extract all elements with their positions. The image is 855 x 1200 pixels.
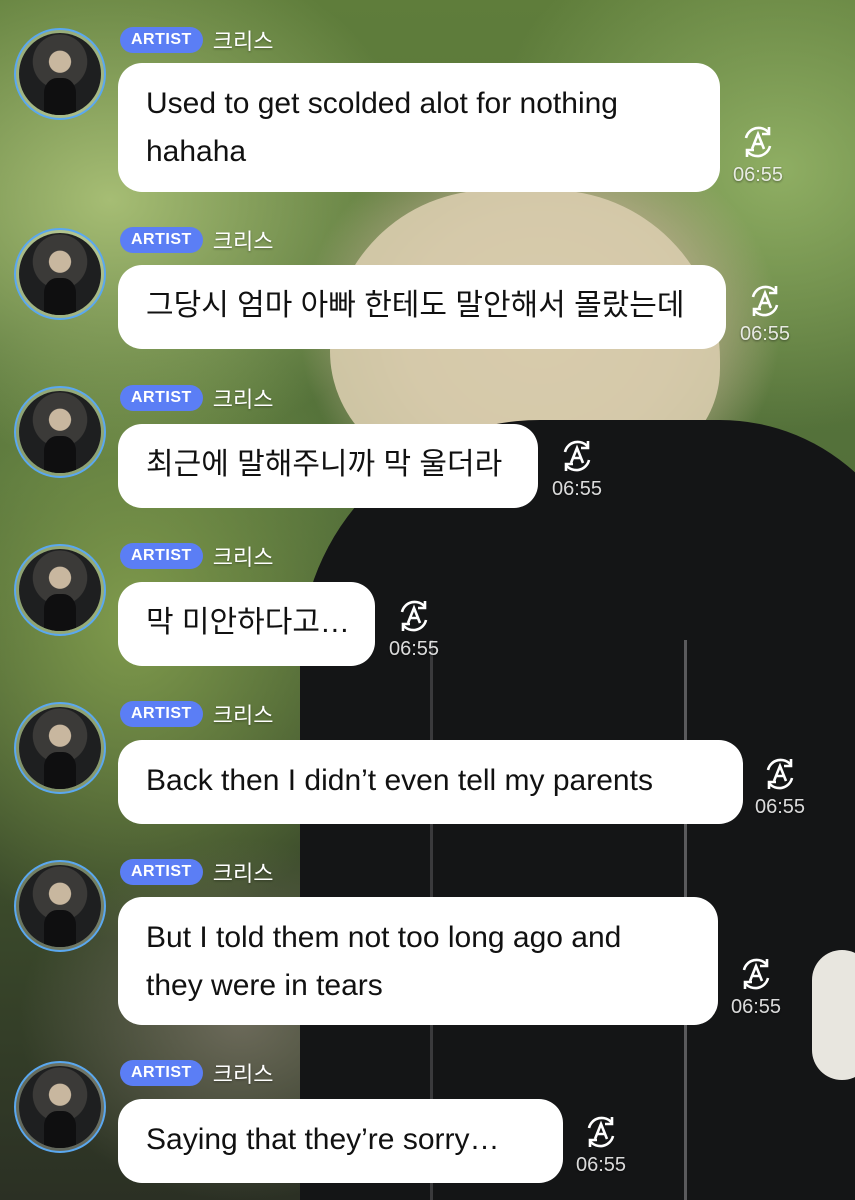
message-text-line: 최근에 말해주니까 막 울더라 (146, 448, 503, 481)
message-time: 06:55 (732, 164, 784, 186)
message-meta: 06:55 (566, 1112, 636, 1177)
message-text-line: 그당시 엄마 아빠 한테도 말안해서 몰랐는데 (146, 289, 685, 322)
message-text-line: they were in tears (146, 969, 383, 1002)
avatar[interactable] (14, 702, 106, 794)
message-bubble[interactable]: 최근에 말해주니까 막 울더라 (118, 424, 538, 508)
translate-icon[interactable] (745, 281, 785, 321)
artist-badge: ARTIST (120, 27, 203, 53)
avatar[interactable] (14, 386, 106, 478)
message-meta: 06:55 (379, 596, 449, 661)
message-time: 06:55 (388, 638, 440, 660)
sender-row: ARTIST 크리스 (120, 1059, 274, 1087)
translate-icon[interactable] (736, 954, 776, 994)
sender-row: ARTIST 크리스 (120, 384, 274, 412)
message-bubble[interactable]: Used to get scolded alot for nothing hah… (118, 63, 720, 192)
message-text-line: hahaha (146, 135, 247, 168)
artist-badge: ARTIST (120, 859, 203, 885)
sender-row: ARTIST 크리스 (120, 700, 274, 728)
message-time: 06:55 (575, 1154, 627, 1176)
avatar-image (19, 33, 101, 115)
avatar-image (19, 865, 101, 947)
message-meta: 06:55 (745, 754, 815, 819)
message-text-line: Saying that they’re sorry… (146, 1123, 500, 1156)
sender-name: 크리스 (212, 1062, 274, 1087)
translate-icon[interactable] (581, 1112, 621, 1152)
sender-name: 크리스 (212, 387, 274, 412)
sender-name: 크리스 (212, 703, 274, 728)
message-text-line: 막 미안하다고… (146, 606, 350, 639)
message-meta: 06:55 (730, 281, 800, 346)
avatar-image (19, 391, 101, 473)
artist-badge: ARTIST (120, 543, 203, 569)
translate-icon[interactable] (738, 122, 778, 162)
sender-row: ARTIST 크리스 (120, 542, 274, 570)
message-bubble[interactable]: Back then I didn’t even tell my parents (118, 740, 743, 824)
message-bubble[interactable]: 막 미안하다고… (118, 582, 375, 666)
avatar-image (19, 1066, 101, 1148)
avatar-image (19, 707, 101, 789)
message-time: 06:55 (551, 478, 603, 500)
avatar[interactable] (14, 28, 106, 120)
message-time: 06:55 (739, 323, 791, 345)
sender-name: 크리스 (212, 861, 274, 886)
sender-row: ARTIST 크리스 (120, 858, 274, 886)
avatar[interactable] (14, 228, 106, 320)
avatar[interactable] (14, 544, 106, 636)
sender-row: ARTIST 크리스 (120, 226, 274, 254)
chat-feed[interactable]: ARTIST 크리스 Used to get scolded alot for … (0, 0, 855, 1200)
sender-name: 크리스 (212, 229, 274, 254)
message-bubble[interactable]: But I told them not too long ago and the… (118, 897, 718, 1025)
avatar[interactable] (14, 860, 106, 952)
message-time: 06:55 (754, 796, 806, 818)
message-text-line: But I told them not too long ago and (146, 921, 622, 954)
artist-badge: ARTIST (120, 385, 203, 411)
avatar-image (19, 233, 101, 315)
message-text-line: Back then I didn’t even tell my parents (146, 764, 653, 797)
translate-icon[interactable] (760, 754, 800, 794)
sender-name: 크리스 (212, 545, 274, 570)
artist-badge: ARTIST (120, 227, 203, 253)
message-meta: 06:55 (721, 954, 791, 1019)
message-time: 06:55 (730, 996, 782, 1018)
artist-badge: ARTIST (120, 1060, 203, 1086)
translate-icon[interactable] (394, 596, 434, 636)
sender-name: 크리스 (212, 29, 274, 54)
message-bubble[interactable]: Saying that they’re sorry… (118, 1099, 563, 1183)
avatar-image (19, 549, 101, 631)
message-text-line: Used to get scolded alot for nothing (146, 87, 618, 120)
message-bubble[interactable]: 그당시 엄마 아빠 한테도 말안해서 몰랐는데 (118, 265, 726, 349)
avatar[interactable] (14, 1061, 106, 1153)
artist-badge: ARTIST (120, 701, 203, 727)
message-meta: 06:55 (542, 436, 612, 501)
message-meta: 06:55 (723, 122, 793, 187)
translate-icon[interactable] (557, 436, 597, 476)
sender-row: ARTIST 크리스 (120, 26, 274, 54)
